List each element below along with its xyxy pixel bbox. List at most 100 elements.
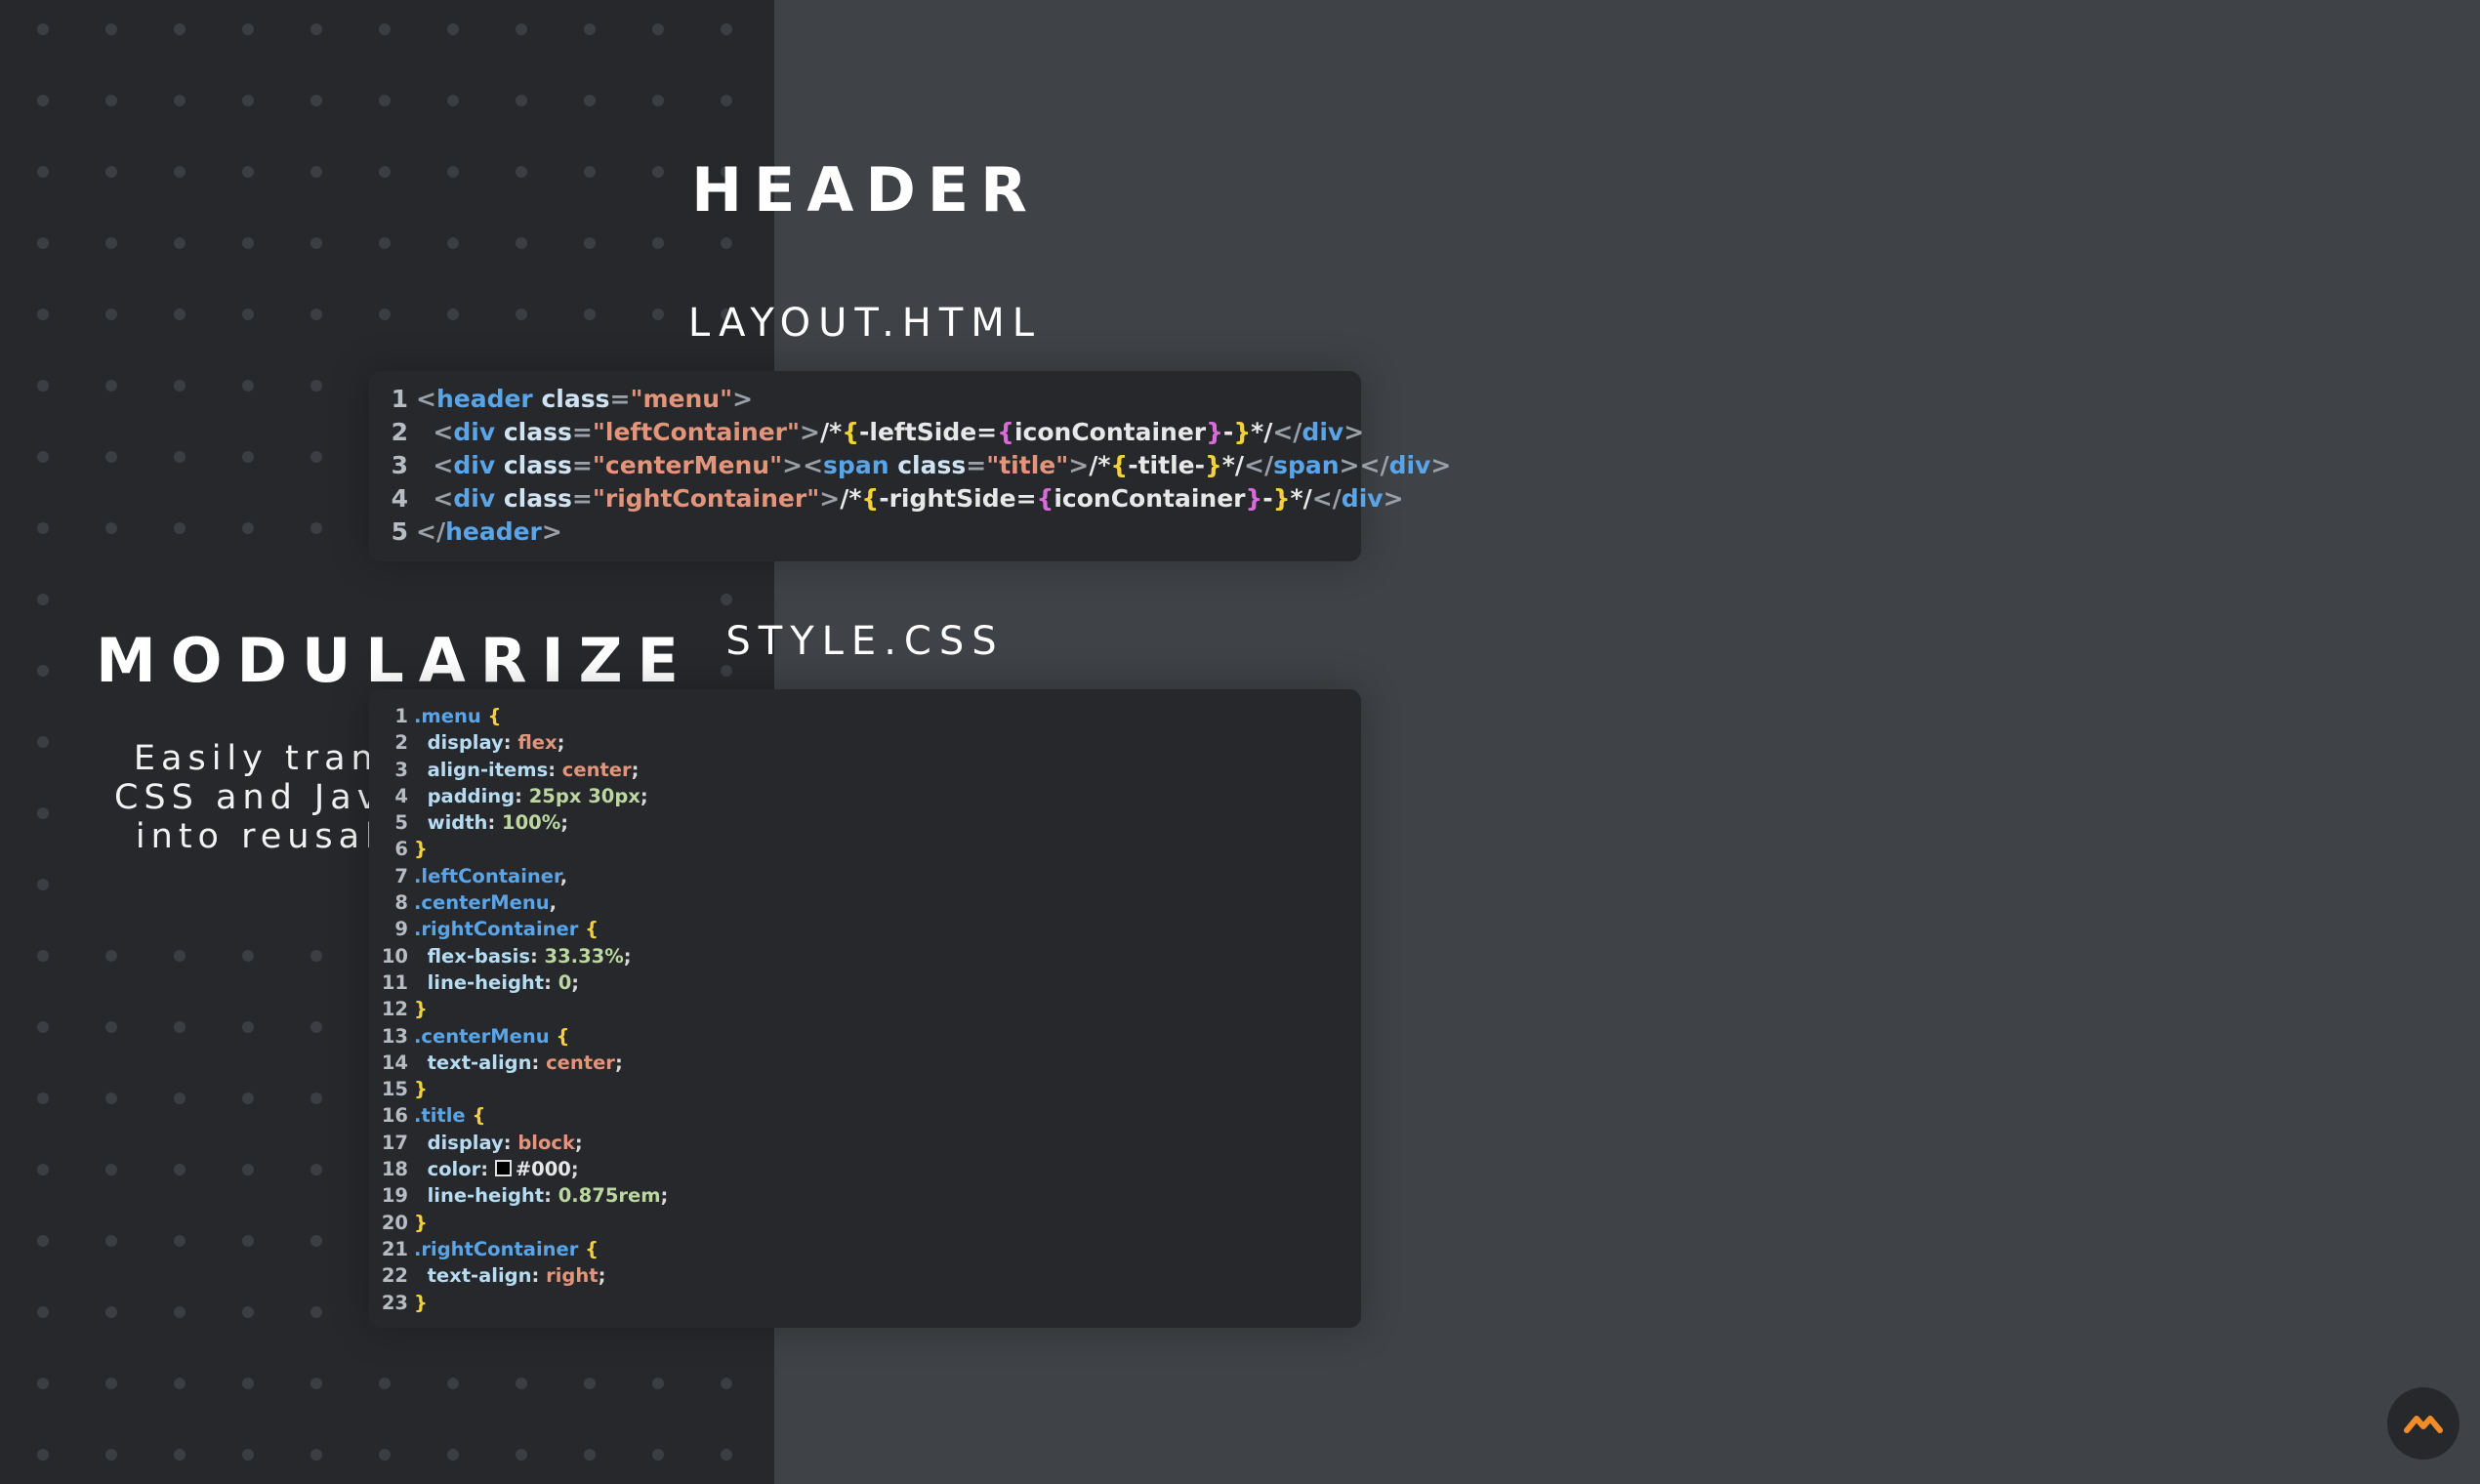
code-token: : — [548, 758, 562, 781]
code-text: <div class="centerMenu"><span class="tit… — [416, 449, 1451, 482]
dot — [242, 1449, 254, 1461]
code-token: /* — [840, 484, 862, 513]
line-number: 3 — [394, 758, 408, 781]
dot — [242, 1235, 254, 1247]
code-text: padding: 25px 30px; — [414, 783, 1361, 809]
code-token: } — [1272, 484, 1291, 513]
dot — [37, 1378, 49, 1389]
dot — [174, 309, 186, 320]
html-code-line: 2 <div class="leftContainer">/*{-leftSid… — [369, 416, 1365, 449]
code-token: /* — [820, 418, 843, 446]
dot — [174, 1306, 186, 1318]
code-token: ; — [557, 731, 565, 755]
dot — [379, 95, 391, 106]
line-number: 4 — [391, 484, 408, 513]
css-code-line: 14 text-align: center; — [369, 1050, 1361, 1076]
code-token: "menu" — [630, 385, 733, 413]
html-file-label: LAYOUT.HTML — [687, 301, 1043, 346]
code-token: align-items — [427, 758, 549, 781]
dot — [310, 451, 322, 463]
dot — [37, 950, 49, 962]
dot — [310, 1021, 322, 1033]
code-token: ; — [574, 1131, 583, 1154]
dot — [105, 1306, 117, 1318]
line-number: 21 — [381, 1237, 408, 1260]
dot — [37, 1021, 49, 1033]
dot — [310, 95, 322, 106]
code-text: } — [414, 836, 1361, 862]
code-token: .menu — [414, 705, 481, 727]
dot — [310, 1449, 322, 1461]
dot — [310, 237, 322, 249]
code-token: .rightContainer — [414, 1237, 579, 1260]
dot — [105, 1235, 117, 1247]
code-token: 25px 30px — [528, 784, 641, 807]
code-text: display: flex; — [414, 729, 1361, 756]
code-text: <header class="menu"> — [416, 383, 1361, 416]
dot — [584, 1378, 596, 1389]
code-text: .menu { — [414, 703, 1361, 729]
code-token: "rightContainer" — [592, 484, 820, 513]
dot — [105, 451, 117, 463]
dot — [242, 522, 254, 534]
line-number: 11 — [381, 970, 408, 994]
code-token: -leftSide= — [859, 418, 998, 446]
code-token: div — [453, 484, 496, 513]
code-token: < — [433, 484, 454, 513]
code-token: display — [427, 1131, 504, 1154]
code-token: = — [571, 484, 593, 513]
code-token: } — [1245, 484, 1263, 513]
dot — [174, 950, 186, 962]
code-text: .rightContainer { — [414, 916, 1361, 942]
dot — [242, 309, 254, 320]
code-token: ; — [560, 811, 569, 835]
dot — [174, 1378, 186, 1389]
dot — [721, 594, 732, 605]
code-token: .rightContainer — [414, 918, 579, 941]
code-token: .centerMenu — [414, 891, 550, 915]
line-number: 4 — [394, 784, 408, 807]
code-token: text-align — [427, 1264, 532, 1288]
css-code-block[interactable]: 1 .menu {2 display: flex; 3 align-items: c… — [369, 689, 1361, 1328]
css-code-line: 13 .centerMenu { — [369, 1023, 1361, 1050]
code-token: } — [1233, 418, 1252, 446]
code-token: flex — [517, 731, 558, 755]
line-number: 12 — [381, 998, 408, 1021]
code-text: color: #000; — [414, 1156, 1361, 1182]
dot — [447, 23, 459, 35]
code-token: "leftContainer" — [592, 418, 801, 446]
code-text: .rightContainer { — [414, 1236, 1361, 1262]
code-token: > — [1068, 451, 1090, 479]
dot — [174, 95, 186, 106]
dot — [242, 1164, 254, 1175]
dot — [447, 1449, 459, 1461]
css-code-line: 12} — [369, 996, 1361, 1022]
dot — [105, 309, 117, 320]
css-code-line: 11 line-height: 0; — [369, 969, 1361, 996]
html-code-block[interactable]: 1 <header class="menu"> 2 <div class="left… — [369, 371, 1451, 561]
css-code-line: 5 width: 100%; — [369, 809, 1361, 836]
dot — [174, 522, 186, 534]
css-code-line: 19 line-height: 0.875rem; — [369, 1182, 1361, 1209]
code-token: */ — [1290, 484, 1312, 513]
line-number: 20 — [381, 1211, 408, 1234]
html-code-line: 1 <header class="menu"> — [369, 383, 1361, 416]
line-number: 1 — [391, 385, 408, 413]
code-token: : — [544, 970, 558, 994]
line-number: 9 — [394, 918, 408, 941]
logo-badge[interactable] — [2387, 1387, 2459, 1460]
code-token: class — [503, 418, 572, 446]
code-token: = — [571, 418, 593, 446]
line-number: 5 — [391, 517, 408, 546]
code-token: } — [414, 838, 428, 861]
dot — [242, 1306, 254, 1318]
code-token: > — [732, 385, 754, 413]
code-token: > — [1430, 451, 1452, 479]
line-number: 18 — [381, 1158, 408, 1181]
code-text: .centerMenu { — [414, 1023, 1361, 1050]
